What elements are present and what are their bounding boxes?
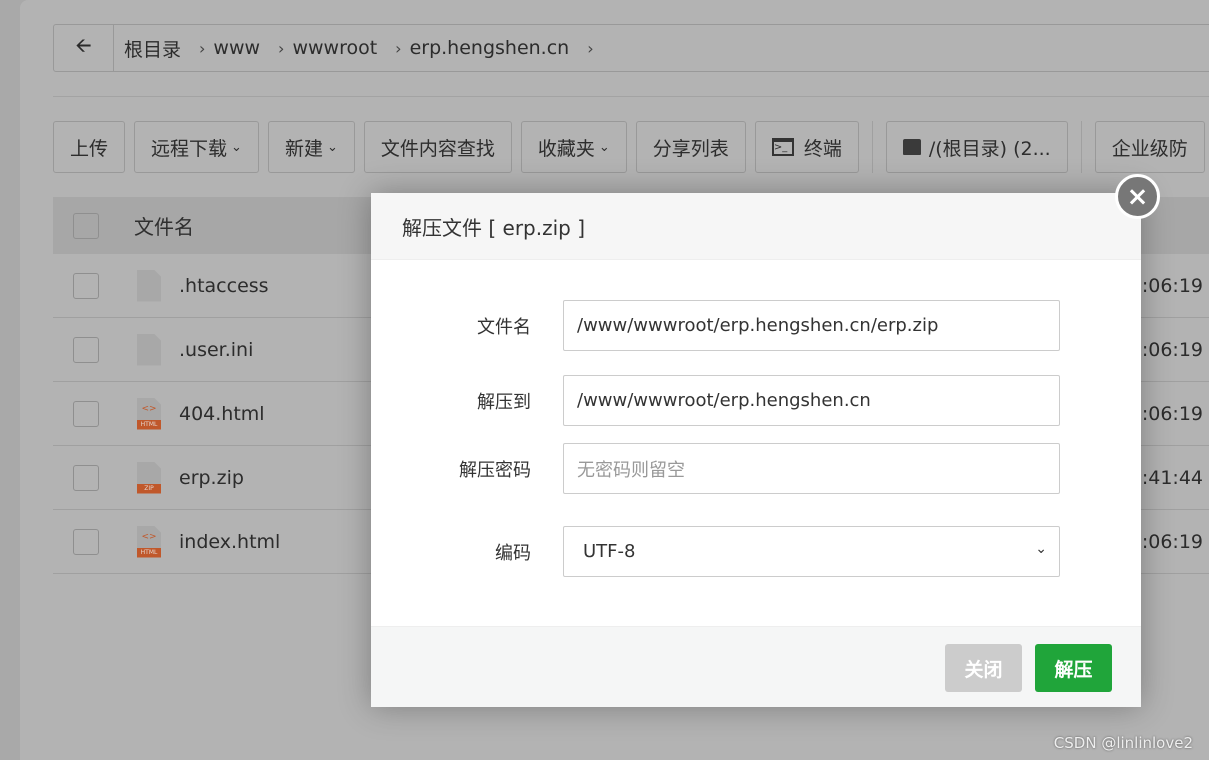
- chevron-right-icon: ›: [395, 38, 402, 58]
- destination-input[interactable]: /www/wwwroot/erp.hengshen.cn: [563, 375, 1060, 426]
- upload-button[interactable]: 上传: [53, 121, 126, 173]
- divider: [1080, 121, 1082, 173]
- favorites-button[interactable]: 收藏夹 ⌄: [520, 121, 627, 173]
- encoding-value: UTF-8: [583, 541, 636, 562]
- filename-input[interactable]: /www/wwwroot/erp.hengshen.cn/erp.zip: [563, 300, 1060, 351]
- favorites-label: 收藏夹: [537, 137, 595, 160]
- chevron-right-icon: ›: [278, 38, 285, 58]
- password-input[interactable]: 无密码则留空: [563, 443, 1060, 494]
- close-button[interactable]: 关闭: [945, 644, 1022, 692]
- new-button[interactable]: 新建 ⌄: [267, 121, 355, 173]
- text-file-icon: [137, 269, 161, 302]
- breadcrumb: 🡨 根目录 › www › wwwroot › erp.hengshen.cn ›: [53, 24, 1209, 72]
- destination-label: 解压到: [477, 391, 531, 413]
- encoding-row: 编码 UTF-8 ⌄: [371, 526, 1141, 577]
- row-checkbox[interactable]: [73, 400, 99, 427]
- dialog-title: 解压文件 [ erp.zip ]: [371, 193, 1141, 260]
- chevron-right-icon: ›: [587, 38, 594, 58]
- destination-row: 解压到 /www/wwwroot/erp.hengshen.cn: [371, 375, 1141, 426]
- encoding-label: 编码: [495, 542, 531, 564]
- chevron-down-icon: ⌄: [326, 139, 338, 155]
- terminal-button[interactable]: >_ 终端: [754, 121, 859, 173]
- password-label: 解压密码: [459, 459, 531, 481]
- chevron-down-icon: ⌄: [598, 139, 610, 155]
- html-file-icon: <> HTML: [137, 525, 161, 558]
- watermark: CSDN @linlinlove2: [1053, 734, 1193, 752]
- row-checkbox[interactable]: [73, 272, 99, 299]
- row-checkbox[interactable]: [73, 336, 99, 363]
- file-name[interactable]: erp.zip: [179, 467, 244, 489]
- chevron-down-icon: ⌄: [231, 139, 242, 155]
- remote-download-label: 远程下载: [151, 137, 228, 160]
- disk-icon: [902, 139, 921, 155]
- disk-button[interactable]: /(根目录) (2...: [885, 121, 1068, 173]
- zip-file-icon: ZIP: [137, 461, 161, 494]
- column-header-name[interactable]: 文件名: [134, 211, 194, 240]
- breadcrumb-item[interactable]: 根目录: [124, 35, 181, 62]
- file-name[interactable]: index.html: [179, 531, 280, 553]
- breadcrumb-item[interactable]: www: [213, 37, 260, 59]
- toolbar: 上传 远程下载 ⌄ 新建 ⌄ 文件内容查找 收藏夹 ⌄ 分享列表 >_ 终端 /(根目录…: [53, 121, 1205, 173]
- row-checkbox[interactable]: [73, 528, 99, 555]
- filename-label: 文件名: [477, 316, 531, 338]
- enterprise-button[interactable]: 企业级防: [1094, 121, 1205, 173]
- share-list-button[interactable]: 分享列表: [635, 121, 746, 173]
- extract-dialog: 解压文件 [ erp.zip ] 文件名 /www/wwwroot/erp.he…: [371, 193, 1141, 707]
- terminal-icon: >_: [771, 138, 794, 156]
- encoding-select[interactable]: UTF-8 ⌄: [563, 526, 1060, 577]
- password-row: 解压密码 无密码则留空: [371, 443, 1141, 494]
- file-name[interactable]: .htaccess: [179, 275, 269, 297]
- close-icon[interactable]: ×: [1115, 174, 1160, 219]
- breadcrumb-item[interactable]: wwwroot: [292, 37, 377, 59]
- divider: [53, 96, 1209, 97]
- divider: [871, 121, 873, 173]
- file-name[interactable]: .user.ini: [179, 339, 253, 361]
- chevron-right-icon: ›: [199, 38, 206, 58]
- select-all-checkbox[interactable]: [73, 212, 99, 239]
- remote-download-button[interactable]: 远程下载 ⌄: [134, 121, 259, 173]
- row-checkbox[interactable]: [73, 464, 99, 491]
- extract-button[interactable]: 解压: [1035, 644, 1112, 692]
- html-file-icon: <> HTML: [137, 397, 161, 430]
- breadcrumb-item[interactable]: erp.hengshen.cn: [410, 37, 570, 59]
- dialog-footer: 关闭 解压: [371, 626, 1141, 707]
- file-name[interactable]: 404.html: [179, 403, 265, 425]
- text-file-icon: [137, 333, 161, 366]
- disk-label: /(根目录) (2...: [928, 137, 1051, 160]
- new-label: 新建: [284, 137, 323, 160]
- chevron-down-icon: ⌄: [1035, 541, 1047, 557]
- back-arrow-icon[interactable]: 🡨: [54, 25, 114, 71]
- terminal-label: 终端: [803, 137, 842, 160]
- content-search-button[interactable]: 文件内容查找: [363, 121, 512, 173]
- filename-row: 文件名 /www/wwwroot/erp.hengshen.cn/erp.zip: [371, 300, 1141, 351]
